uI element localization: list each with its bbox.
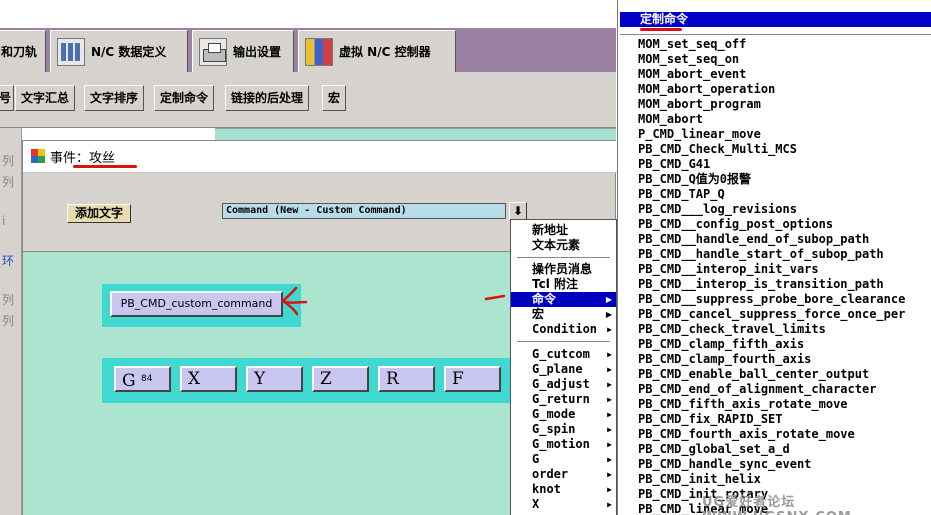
annotation-overlay: [280, 286, 506, 316]
red-arrow-annotation: [280, 286, 308, 316]
red-dash-annotation: [484, 294, 506, 301]
